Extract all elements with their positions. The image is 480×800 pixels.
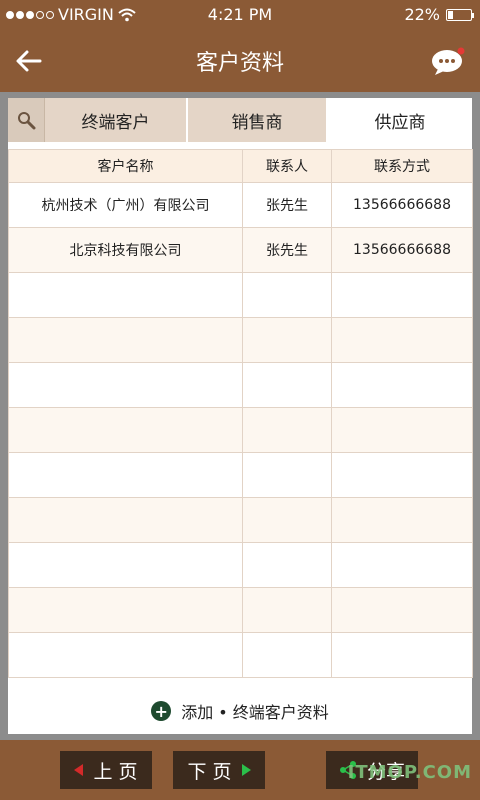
notification-dot <box>457 47 465 55</box>
next-page-button[interactable]: 下 页 <box>173 751 265 789</box>
cell-customer-name <box>8 542 243 588</box>
table-row[interactable] <box>8 587 473 633</box>
customer-card: 终端客户 销售商 供应商 客户名称 联系人 联系方式 杭州技术（广州）有限公司张… <box>8 98 473 734</box>
cell-contact-person <box>242 362 332 408</box>
cell-contact-person <box>242 542 332 588</box>
column-header-contact: 联系人 <box>242 149 332 183</box>
cell-phone: 13566666688 <box>331 182 473 228</box>
column-header-name: 客户名称 <box>8 149 243 183</box>
prev-page-label: 上 页 <box>93 760 138 783</box>
cell-customer-name <box>8 272 243 318</box>
battery-icon <box>446 8 474 21</box>
customer-table: 客户名称 联系人 联系方式 杭州技术（广州）有限公司 张先生 13566666688… <box>8 149 473 678</box>
cell-customer-name <box>8 317 243 363</box>
cell-contact-person: 张先生 <box>242 182 332 228</box>
add-customer-label: 添加 • 终端客户资料 <box>181 703 329 722</box>
column-header-phone: 联系方式 <box>331 149 473 183</box>
cell-phone <box>331 542 473 588</box>
table-row[interactable]: 北京科技有限公司 张先生 13566666688 <box>8 227 473 273</box>
cell-contact-person <box>242 497 332 543</box>
cell-contact-person <box>242 587 332 633</box>
tab-terminal-customer[interactable]: 终端客户 <box>45 98 188 142</box>
chat-bubble-icon[interactable] <box>430 46 466 76</box>
next-page-label: 下 页 <box>187 760 232 783</box>
search-button[interactable] <box>8 98 45 142</box>
table-row[interactable] <box>8 542 473 588</box>
add-customer-button[interactable]: + 添加 • 终端客户资料 <box>8 688 472 734</box>
cell-customer-name <box>8 497 243 543</box>
cell-contact-person <box>242 272 332 318</box>
cell-phone <box>331 407 473 453</box>
cell-contact-person: 张先生 <box>242 227 332 273</box>
table-row[interactable] <box>8 362 473 408</box>
table-row[interactable]: 杭州技术（广州）有限公司 张先生 13566666688 <box>8 182 473 228</box>
tab-bar: 终端客户 销售商 供应商 <box>8 98 472 142</box>
battery-info: 22% <box>404 5 474 24</box>
prev-page-button[interactable]: 上 页 <box>60 751 152 789</box>
table-row[interactable] <box>8 632 473 678</box>
content-panel: 终端客户 销售商 供应商 客户名称 联系人 联系方式 杭州技术（广州）有限公司张… <box>0 92 480 740</box>
cell-customer-name: 北京科技有限公司 <box>8 227 243 273</box>
battery-percent: 22% <box>404 5 440 24</box>
cell-contact-person <box>242 632 332 678</box>
cell-customer-name <box>8 587 243 633</box>
table-row[interactable] <box>8 497 473 543</box>
cell-contact-person <box>242 317 332 363</box>
table-row[interactable] <box>8 407 473 453</box>
tab-supplier[interactable]: 供应商 <box>328 98 472 142</box>
triangle-right-icon <box>241 764 251 776</box>
nav-bar: 客户资料 <box>0 30 480 92</box>
cell-phone: 13566666688 <box>331 227 473 273</box>
cell-customer-name <box>8 407 243 453</box>
cell-phone <box>331 362 473 408</box>
cell-contact-person <box>242 407 332 453</box>
cell-phone <box>331 317 473 363</box>
table-row[interactable] <box>8 452 473 498</box>
tab-distributor[interactable]: 销售商 <box>188 98 328 142</box>
cell-customer-name <box>8 362 243 408</box>
page-title: 客户资料 <box>195 51 284 76</box>
cell-phone <box>331 272 473 318</box>
triangle-left-icon <box>74 764 84 776</box>
cell-customer-name: 杭州技术（广州）有限公司 <box>8 182 243 228</box>
plus-circle-icon: + <box>151 701 172 721</box>
table-header-row: 客户名称 联系人 联系方式 <box>8 149 473 183</box>
cell-contact-person <box>242 452 332 498</box>
cell-phone <box>331 587 473 633</box>
table-row[interactable] <box>8 317 473 363</box>
status-bar: VIRGIN 4:21 PM 22% <box>0 0 480 30</box>
cell-customer-name <box>8 452 243 498</box>
cell-phone <box>331 497 473 543</box>
search-icon <box>18 112 36 130</box>
cell-phone <box>331 452 473 498</box>
table-row[interactable] <box>8 272 473 318</box>
bottom-toolbar: 上 页 下 页 分享 ITMOP.COM <box>0 740 480 800</box>
cell-customer-name <box>8 632 243 678</box>
cell-phone <box>331 632 473 678</box>
watermark: ITMOP.COM <box>347 762 472 783</box>
